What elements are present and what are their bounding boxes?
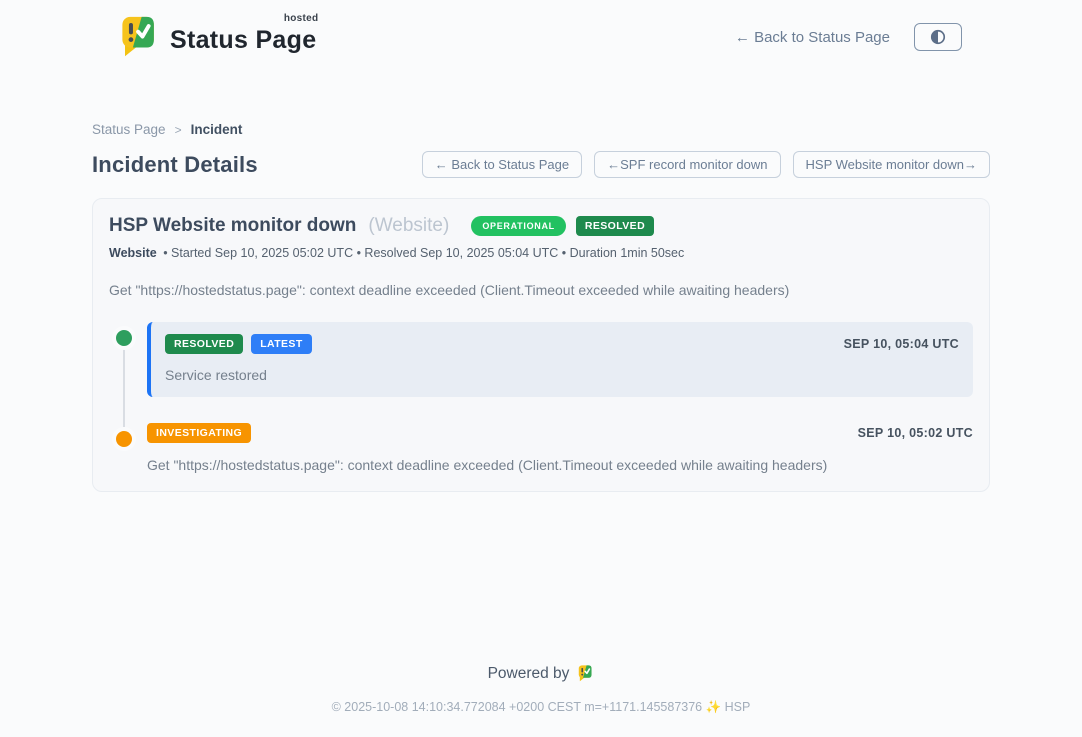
timeline-entry-badges: INVESTIGATING	[147, 423, 251, 443]
header-back-to-status-page-link[interactable]: ← Back to Status Page	[735, 29, 890, 46]
timeline-latest-badge: LATEST	[251, 334, 311, 354]
back-to-status-page-button[interactable]: ← Back to Status Page	[422, 151, 582, 178]
top-right-controls: ← Back to Status Page	[735, 23, 962, 51]
main-content: Status Page > Incident Incident Details …	[92, 68, 990, 664]
timeline-entry-resolved: RESOLVED LATEST SEP 10, 05:04 UTC Servic…	[109, 322, 973, 397]
timeline-timestamp: SEP 10, 05:04 UTC	[844, 337, 959, 351]
operational-status-badge: OPERATIONAL	[471, 216, 566, 236]
incident-nav-buttons: ← Back to Status Page ←SPF record monito…	[422, 151, 990, 178]
timeline-timestamp: SEP 10, 05:02 UTC	[858, 426, 973, 440]
statuspage-logo-icon	[118, 14, 160, 60]
breadcrumb-status-page[interactable]: Status Page	[92, 122, 166, 137]
incident-timeline: RESOLVED LATEST SEP 10, 05:04 UTC Servic…	[109, 322, 973, 473]
incident-description: Get "https://hostedstatus.page": context…	[109, 282, 973, 298]
theme-toggle-button[interactable]	[914, 23, 962, 51]
incident-card-header: HSP Website monitor down (Website) OPERA…	[109, 215, 973, 237]
timeline-dot-investigating	[116, 431, 132, 447]
timeline-entry-badges: RESOLVED LATEST	[165, 334, 312, 354]
incident-meta-component: Website	[109, 246, 157, 260]
logo-hosted-superscript: hosted	[284, 13, 319, 24]
statuspage-logo[interactable]: Status Pagehosted	[118, 14, 316, 60]
breadcrumb-separator: >	[175, 123, 182, 137]
breadcrumb: Status Page > Incident	[92, 122, 990, 137]
timeline-entry-highlight-box: RESOLVED LATEST SEP 10, 05:04 UTC Servic…	[147, 322, 973, 397]
status-page-app: Status Pagehosted ← Back to Status Page …	[0, 0, 1082, 737]
statuspage-logo-icon	[577, 664, 594, 683]
timeline-message: Service restored	[165, 367, 959, 383]
breadcrumb-incident: Incident	[191, 122, 243, 137]
contrast-icon	[928, 27, 948, 47]
resolved-status-badge: RESOLVED	[576, 216, 654, 236]
incident-meta-details: • Started Sep 10, 2025 05:02 UTC • Resol…	[163, 246, 684, 260]
timeline-resolved-badge: RESOLVED	[165, 334, 243, 354]
timeline-message: Get "https://hostedstatus.page": context…	[147, 457, 973, 473]
logo-title: Status Pagehosted	[170, 14, 316, 55]
incident-meta: Website • Started Sep 10, 2025 05:02 UTC…	[109, 246, 973, 260]
powered-by-label: Powered by	[488, 665, 570, 683]
next-incident-button[interactable]: HSP Website monitor down→	[793, 151, 990, 178]
timeline-entry-investigating: INVESTIGATING SEP 10, 05:02 UTC Get "htt…	[109, 423, 973, 473]
incident-component: (Website)	[368, 215, 449, 237]
timeline-dot-resolved	[116, 330, 132, 346]
page-title: Incident Details	[92, 152, 258, 178]
incident-title: HSP Website monitor down	[109, 215, 356, 237]
timeline-investigating-badge: INVESTIGATING	[147, 423, 251, 443]
incident-card: HSP Website monitor down (Website) OPERA…	[92, 198, 990, 492]
prev-incident-button[interactable]: ←SPF record monitor down	[594, 151, 780, 178]
powered-by: Powered by	[0, 664, 1082, 683]
footer: Powered by © 2025-10-08 14:10:34.772084 …	[0, 664, 1082, 737]
title-row: Incident Details ← Back to Status Page ←…	[92, 151, 990, 178]
top-bar: Status Pagehosted ← Back to Status Page	[0, 0, 1082, 68]
copyright-text: © 2025-10-08 14:10:34.772084 +0200 CEST …	[0, 700, 1082, 715]
